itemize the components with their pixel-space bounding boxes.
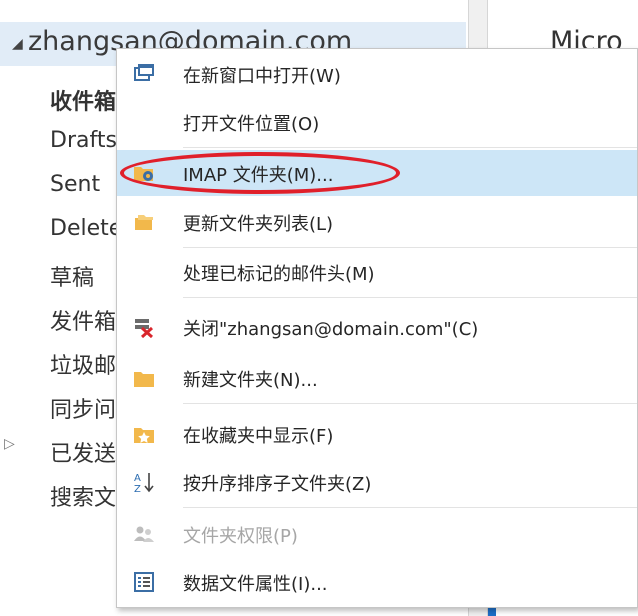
update-folders-icon [135,215,153,230]
folder-outbox[interactable]: 发件箱 [50,304,116,336]
sort-ascending-icon: A Z [134,473,154,493]
svg-text:A: A [134,473,141,484]
svg-text:Z: Z [134,484,141,493]
menu-item-label: 关闭"zhangsan@domain.com"(C) [183,319,479,340]
menu-item-label: 更新文件夹列表(L) [183,214,334,235]
menu-separator [183,507,637,508]
folder-sent[interactable]: Sent [50,172,100,197]
folder-drafts[interactable]: Drafts [50,128,117,153]
menu-item-label: IMAP 文件夹(M)... [183,165,334,186]
menu-item-label: 数据文件属性(I)... [183,574,328,595]
menu-item-data-file-properties[interactable]: 数据文件属性(I)... [117,559,637,605]
favorites-icon [134,428,154,443]
menu-item-label: 处理已标记的邮件头(M) [183,264,375,285]
menu-item-folder-permissions: 文件夹权限(P) [117,511,637,557]
menu-separator [183,403,637,404]
menu-item-label: 文件夹权限(P) [183,526,298,547]
menu-item-label: 按升序排序子文件夹(Z) [183,474,372,495]
menu-item-show-in-favorites[interactable]: 在收藏夹中显示(F) [117,411,637,457]
permissions-icon [134,526,154,542]
menu-item-new-folder[interactable]: 新建文件夹(N)... [117,355,637,401]
menu-item-imap-folder[interactable]: IMAP 文件夹(M)... [117,150,637,196]
new-window-icon [134,64,154,81]
new-folder-icon [134,372,154,387]
expand-caret-icon[interactable]: ▷ [4,436,15,452]
folder-inbox[interactable]: 收件箱 [50,84,116,116]
menu-item-label: 打开文件位置(O) [183,114,320,135]
menu-separator [183,297,637,298]
collapse-caret-icon[interactable]: ◢ [12,36,23,52]
context-menu: 在新窗口中打开(W) 打开文件位置(O) IMAP 文件夹(M)... 更新文件… [116,48,638,608]
folder-sent-items[interactable]: 已发送 [50,436,116,468]
menu-item-label: 新建文件夹(N)... [183,370,318,391]
menu-item-close-account[interactable]: 关闭"zhangsan@domain.com"(C) [117,304,637,350]
menu-item-label: 在新窗口中打开(W) [183,66,341,87]
close-account-icon [135,319,154,338]
imap-folder-icon [134,167,153,181]
properties-icon [134,572,154,592]
menu-separator [183,247,637,248]
menu-item-open-new-window[interactable]: 在新窗口中打开(W) [117,51,637,97]
menu-item-sort-subfolders[interactable]: A Z 按升序排序子文件夹(Z) [117,459,637,505]
menu-item-label: 在收藏夹中显示(F) [183,426,334,447]
folder-draft-cn[interactable]: 草稿 [50,260,94,292]
menu-item-update-folder-list[interactable]: 更新文件夹列表(L) [117,199,637,245]
menu-separator [183,147,637,148]
menu-item-open-file-location[interactable]: 打开文件位置(O) [117,99,637,145]
menu-item-process-headers[interactable]: 处理已标记的邮件头(M) [117,249,637,295]
